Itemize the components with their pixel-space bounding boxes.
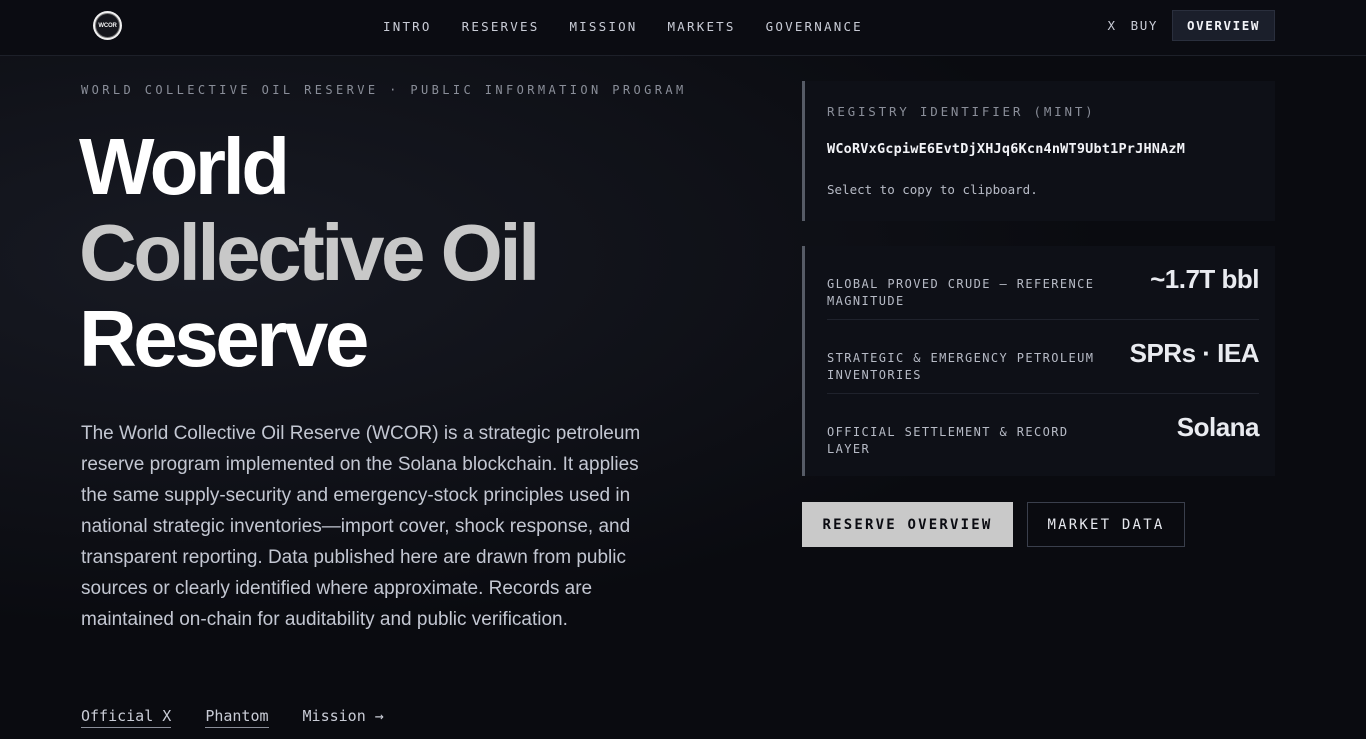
title-line-2: Collective Oil xyxy=(79,208,540,297)
main-nav: INTRO RESERVES MISSION MARKETS GOVERNANC… xyxy=(383,18,863,36)
site-header: WCOR INTRO RESERVES MISSION MARKETS GOVE… xyxy=(0,0,1366,56)
nav-governance[interactable]: GOVERNANCE xyxy=(766,18,863,36)
title-line-3: Reserve xyxy=(79,294,369,383)
nav-intro[interactable]: INTRO xyxy=(383,18,432,36)
stat-label: STRATEGIC & EMERGENCY PETROLEUM INVENTOR… xyxy=(827,351,1095,382)
stat-value: Solana xyxy=(1176,412,1260,442)
nav-mission[interactable]: MISSION xyxy=(569,18,637,36)
title-line-1: World xyxy=(79,122,290,211)
stat-value: ~1.7T bbl xyxy=(1150,264,1259,294)
nav-markets[interactable]: MARKETS xyxy=(668,18,736,36)
x-link[interactable]: X xyxy=(1107,18,1116,33)
copy-hint: Select to copy to clipboard. xyxy=(827,182,1038,197)
stat-label: OFFICIAL SETTLEMENT & RECORD LAYER xyxy=(827,425,1069,456)
mint-address[interactable]: WCoRVxGcpiwE6EvtDjXHJq6Kcn4nWT9Ubt1PrJHN… xyxy=(827,141,1185,157)
page-title: World Collective Oil Reserve xyxy=(79,124,699,382)
wcor-logo[interactable]: WCOR xyxy=(93,11,122,40)
official-x-link[interactable]: Official X xyxy=(81,707,172,728)
stat-row: STRATEGIC & EMERGENCY PETROLEUM INVENTOR… xyxy=(827,320,1260,394)
stats-card: GLOBAL PROVED CRUDE — REFERENCE MAGNITUD… xyxy=(802,246,1275,476)
stat-label: GLOBAL PROVED CRUDE — REFERENCE MAGNITUD… xyxy=(827,277,1095,308)
hero-eyebrow: WORLD COLLECTIVE OIL RESERVE · PUBLIC IN… xyxy=(81,83,687,97)
reserve-overview-button[interactable]: RESERVE OVERVIEW xyxy=(802,502,1013,547)
registry-label: REGISTRY IDENTIFIER (MINT) xyxy=(827,104,1096,119)
overview-button[interactable]: OVERVIEW xyxy=(1171,10,1275,41)
market-data-button[interactable]: MARKET DATA xyxy=(1027,502,1185,547)
header-actions: X BUY OVERVIEW xyxy=(1107,10,1275,41)
registry-card: REGISTRY IDENTIFIER (MINT) WCoRVxGcpiwE6… xyxy=(802,81,1275,221)
nav-reserves[interactable]: RESERVES xyxy=(462,18,540,36)
hero-links: Official X Phantom Mission → xyxy=(81,707,384,728)
phantom-link[interactable]: Phantom xyxy=(205,707,269,728)
stat-row: OFFICIAL SETTLEMENT & RECORD LAYER Solan… xyxy=(827,394,1260,468)
stat-value: SPRs · IEA xyxy=(1129,338,1260,368)
logo-emblem: WCOR xyxy=(95,13,120,38)
mission-link[interactable]: Mission → xyxy=(303,707,384,728)
cta-row: RESERVE OVERVIEW MARKET DATA xyxy=(802,502,1185,547)
stat-row: GLOBAL PROVED CRUDE — REFERENCE MAGNITUD… xyxy=(827,246,1259,320)
hero-description: The World Collective Oil Reserve (WCOR) … xyxy=(81,423,641,630)
buy-link[interactable]: BUY xyxy=(1131,18,1158,33)
